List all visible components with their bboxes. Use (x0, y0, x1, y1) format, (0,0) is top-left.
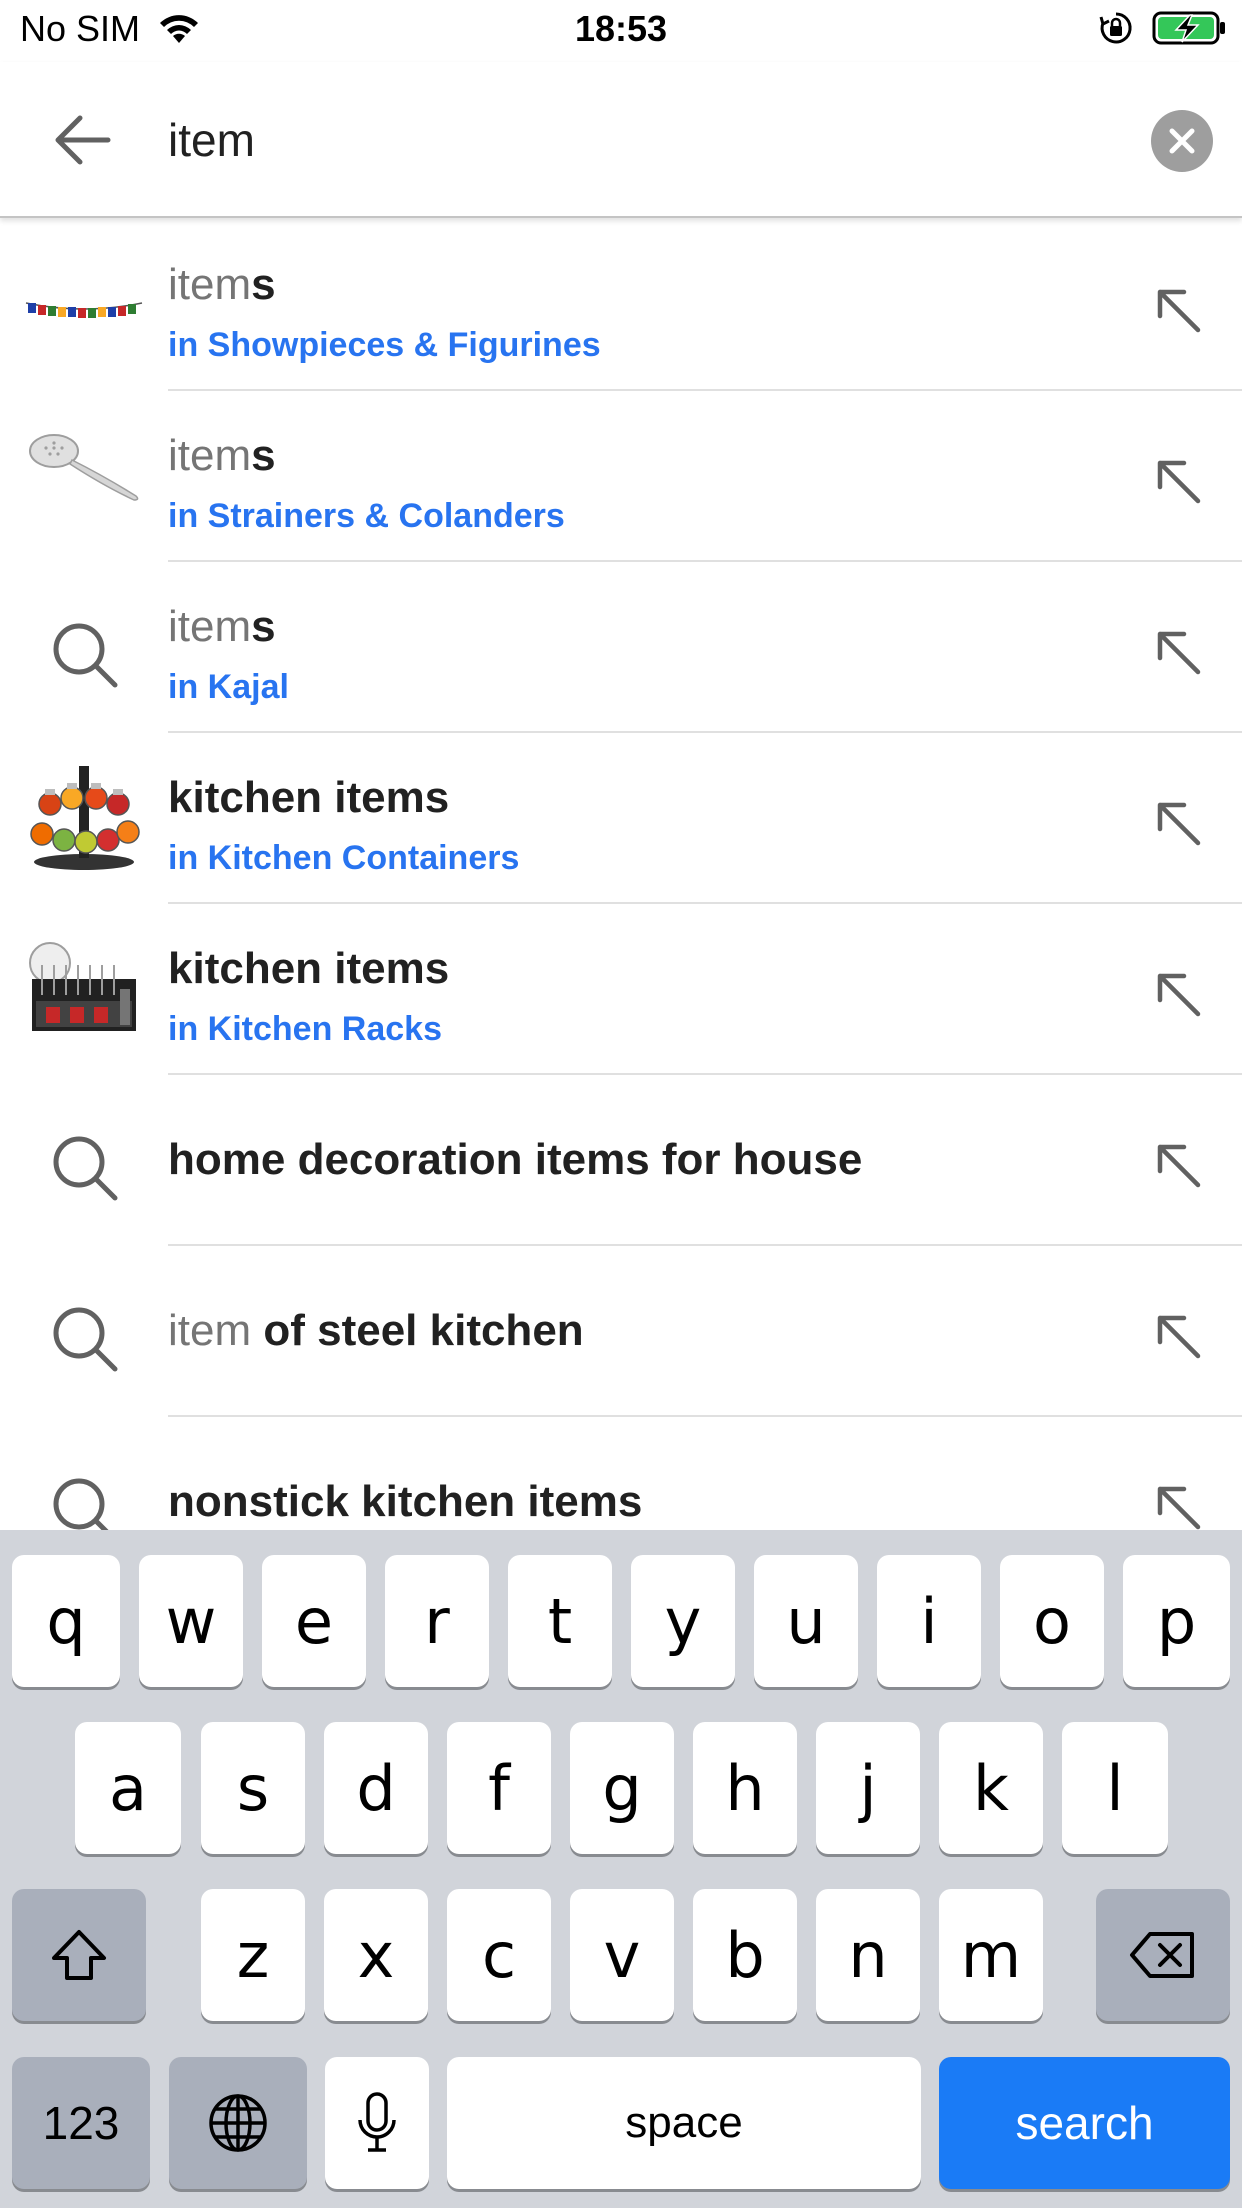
typed-text: item (168, 1306, 252, 1355)
suggestion-row[interactable]: items in Kajal (0, 562, 1242, 733)
key-g[interactable]: g (570, 1722, 674, 1854)
search-icon (53, 623, 118, 688)
fill-query-arrow-icon[interactable] (1154, 799, 1204, 849)
suggestion-title: items (168, 260, 276, 310)
key-z[interactable]: z (201, 1889, 305, 2021)
typed-text: item (168, 260, 252, 309)
onscreen-keyboard: q w e r t y u i o p a s d f g h j k l z … (0, 1530, 1242, 2208)
suggestion-title: kitchen items (168, 944, 450, 993)
key-u[interactable]: u (754, 1555, 858, 1687)
dish-rack-thumbnail (29, 942, 136, 1031)
key-r[interactable]: r (385, 1555, 489, 1687)
suggestion-category[interactable]: in Kitchen Racks (168, 1010, 442, 1049)
key-o[interactable]: o (1000, 1555, 1104, 1687)
key-x[interactable]: x (324, 1889, 428, 2021)
key-m[interactable]: m (939, 1889, 1043, 2021)
key-b[interactable]: b (693, 1889, 797, 2021)
completion-text: s (251, 431, 276, 480)
key-a[interactable]: a (75, 1722, 181, 1854)
strainer-spoon-thumbnail (29, 434, 139, 501)
microphone-icon (358, 2092, 396, 2152)
numbers-key[interactable]: 123 (12, 2057, 150, 2189)
suggestion-row[interactable]: nonstick kitchen items (0, 1417, 1242, 1530)
key-i[interactable]: i (877, 1555, 981, 1687)
suggestion-row[interactable]: kitchen items in Kitchen Racks (0, 904, 1242, 1075)
typed-text: item (168, 602, 252, 651)
fill-query-arrow-icon[interactable] (1154, 1312, 1204, 1362)
search-icon (53, 1136, 118, 1201)
suggestion-category[interactable]: in Kajal (168, 668, 289, 707)
clear-search-button[interactable] (1151, 110, 1213, 172)
status-right (1098, 10, 1228, 46)
fill-query-arrow-icon[interactable] (1154, 970, 1204, 1020)
back-arrow-icon[interactable] (52, 112, 114, 168)
key-e[interactable]: e (262, 1555, 366, 1687)
close-icon (1169, 128, 1195, 154)
key-j[interactable]: j (816, 1722, 920, 1854)
suggestion-row[interactable]: item of steel kitchen (0, 1246, 1242, 1417)
key-t[interactable]: t (508, 1555, 612, 1687)
search-bar (0, 62, 1242, 218)
search-icon (53, 1307, 118, 1372)
search-key[interactable]: search (939, 2057, 1230, 2189)
suggestion-row[interactable]: kitchen items in Kitchen Containers (0, 733, 1242, 904)
suggestion-title: kitchen items (168, 773, 450, 822)
suggestion-title: item of steel kitchen (168, 1306, 584, 1356)
fill-query-arrow-icon[interactable] (1154, 457, 1204, 507)
key-h[interactable]: h (693, 1722, 797, 1854)
suggestion-title: items (168, 602, 276, 652)
key-q[interactable]: q (12, 1555, 120, 1687)
suggestion-row[interactable]: home decoration items for house (0, 1075, 1242, 1246)
backspace-key[interactable] (1096, 1889, 1230, 2021)
key-n[interactable]: n (816, 1889, 920, 2021)
suggestion-category[interactable]: in Kitchen Containers (168, 839, 519, 878)
suggestion-title: items (168, 431, 276, 481)
globe-key[interactable] (169, 2057, 307, 2189)
fill-query-arrow-icon[interactable] (1154, 286, 1204, 336)
typed-text: item (168, 431, 252, 480)
completion-text: s (251, 260, 276, 309)
space-key[interactable]: space (447, 2057, 921, 2189)
key-w[interactable]: w (139, 1555, 243, 1687)
suggestion-row[interactable]: items in Strainers & Colanders (0, 391, 1242, 562)
key-v[interactable]: v (570, 1889, 674, 2021)
suggestion-title: nonstick kitchen items (168, 1477, 643, 1526)
key-y[interactable]: y (631, 1555, 735, 1687)
shift-key[interactable] (12, 1889, 146, 2021)
fill-query-arrow-icon[interactable] (1154, 628, 1204, 678)
fill-query-arrow-icon[interactable] (1154, 1141, 1204, 1191)
key-f[interactable]: f (447, 1722, 551, 1854)
status-time: 18:53 (574, 8, 668, 49)
search-icon (53, 1478, 109, 1530)
key-d[interactable]: d (324, 1722, 428, 1854)
key-p[interactable]: p (1123, 1555, 1230, 1687)
prayer-flags-thumbnail (25, 302, 143, 318)
suggestion-category[interactable]: in Strainers & Colanders (168, 497, 565, 536)
search-input[interactable] (168, 98, 1128, 182)
shift-arrow-icon (52, 1930, 106, 1980)
completion-text: of steel kitchen (251, 1306, 584, 1355)
suggestion-row[interactable]: items in Showpieces & Figurines (0, 220, 1242, 391)
spice-rack-thumbnail (30, 766, 140, 870)
key-k[interactable]: k (939, 1722, 1043, 1854)
globe-icon (209, 2094, 267, 2152)
fill-query-arrow-icon[interactable] (1154, 1483, 1204, 1530)
suggestion-title: home decoration items for house (168, 1135, 863, 1184)
dictation-key[interactable] (325, 2057, 429, 2189)
suggestion-list: items in Showpieces & Figurines items in… (0, 220, 1242, 1530)
orientation-lock-icon (1099, 12, 1132, 44)
key-s[interactable]: s (201, 1722, 305, 1854)
backspace-icon (1130, 1932, 1194, 1978)
key-l[interactable]: l (1062, 1722, 1168, 1854)
battery-charging-icon (1152, 11, 1225, 45)
key-c[interactable]: c (447, 1889, 551, 2021)
completion-text: s (251, 602, 276, 651)
status-bar: No SIM 18:53 (0, 0, 1242, 62)
suggestion-category[interactable]: in Showpieces & Figurines (168, 326, 601, 365)
